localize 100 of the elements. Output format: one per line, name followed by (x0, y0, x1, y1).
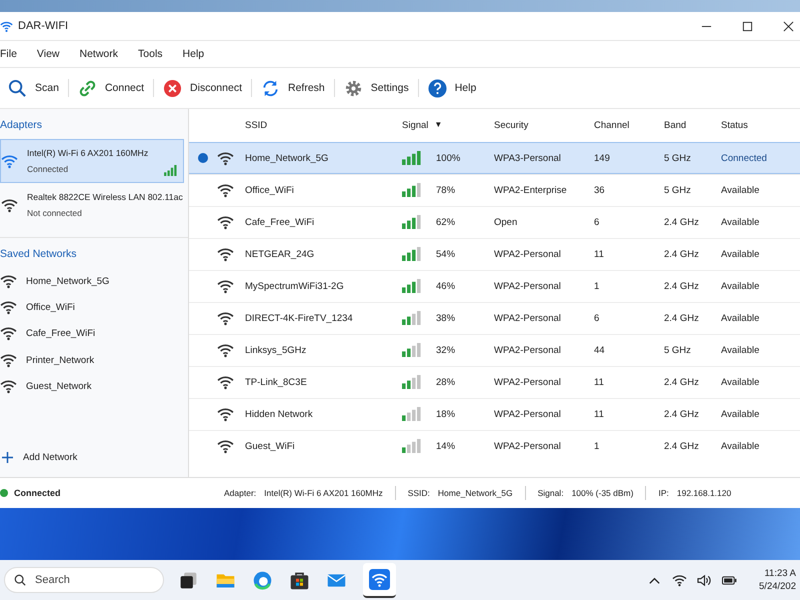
column-header[interactable]: Status (721, 120, 800, 131)
table-cell-text: 5 GHz (664, 344, 692, 356)
saved-network-item[interactable]: Office_WiFi (26, 302, 75, 313)
wifi-icon (1, 154, 18, 168)
table-cell-text: 6 (594, 312, 600, 324)
adapter-name: Realtek 8822CE Wireless LAN 802.11ac (27, 192, 183, 202)
plus-icon[interactable] (2, 452, 13, 463)
wifi-icon (0, 274, 17, 289)
table-cell-text: Available (721, 248, 760, 260)
table-cell-text: WPA2-Personal (494, 248, 562, 260)
search-icon[interactable] (8, 78, 27, 98)
saved-network-item[interactable]: Printer_Network (26, 354, 94, 366)
search-icon[interactable] (14, 574, 26, 586)
toolbar-button[interactable]: Disconnect (159, 76, 246, 100)
network-row[interactable]: Office_WiFi 78% WPA2-Enterprise 36 5 GHz Available (189, 174, 800, 206)
table-cell-text: 6 (594, 216, 600, 228)
status-value: 100% (-35 dBm) (572, 488, 634, 498)
column-header[interactable]: Band (664, 120, 721, 131)
table-cell-text: 2.4 GHz (664, 440, 700, 452)
table-cell-text: 46% (436, 280, 456, 292)
toolbar-button[interactable]: Help (424, 76, 480, 100)
network-row[interactable]: MySpectrumWiFi31-2G 46% WPA2-Personal 1 2.4 GHz Available (189, 270, 800, 302)
column-header[interactable]: Security (494, 120, 594, 131)
clock-date[interactable]: 5/24/202 (759, 581, 796, 592)
close-icon[interactable] (783, 20, 794, 32)
status-value: 192.168.1.120 (676, 488, 732, 498)
help-icon[interactable] (428, 78, 447, 98)
signal-bars-icon (402, 343, 422, 357)
table-cell-text: 1 (594, 440, 600, 452)
sort-arrow[interactable]: ▼ (434, 120, 442, 131)
clock-time[interactable]: 11:23 A (764, 568, 796, 579)
store-icon[interactable] (289, 570, 310, 590)
table-cell-text: Available (721, 408, 760, 420)
table-cell-text: NETGEAR_24G (245, 248, 316, 260)
wifi-icon (0, 20, 13, 32)
table-cell-text: 5 GHz (664, 152, 692, 164)
task-view-icon[interactable] (178, 570, 199, 590)
network-row[interactable]: TP-Link_8C3E 28% WPA2-Personal 11 2.4 GHz Available (189, 366, 800, 398)
saved-network-item[interactable]: Home_Network_5G (26, 276, 110, 287)
adapter-item[interactable]: Intel(R) Wi-Fi 6 AX201 160MHz Connected (0, 139, 184, 183)
status-label: Adapter: (224, 488, 256, 498)
wifi-icon (217, 374, 234, 390)
wifi-icon (217, 214, 234, 230)
add-network-button[interactable]: Add Network (0, 452, 78, 477)
wifi-icon (217, 310, 234, 326)
maximize-icon[interactable] (742, 20, 753, 32)
signal-bars-icon (402, 439, 422, 453)
menu-item[interactable]: View (36, 48, 60, 60)
status-value: Intel(R) Wi-Fi 6 AX201 160MHz (264, 488, 383, 498)
column-header[interactable]: Channel (594, 120, 664, 131)
table-cell-text: Hidden Network (245, 408, 314, 420)
adapter-item[interactable]: Realtek 8822CE Wireless LAN 802.11ac Not connected (0, 183, 184, 227)
saved-network-item[interactable]: Guest_Network (26, 380, 92, 392)
toolbar-button[interactable]: Settings (340, 76, 413, 100)
menu-item[interactable]: Network (80, 48, 118, 60)
wifi-icon (0, 352, 17, 368)
table-cell-text: 2.4 GHz (664, 248, 700, 260)
gear-icon[interactable] (344, 78, 363, 98)
menu-item[interactable]: Tools (138, 48, 163, 60)
table-cell-text: Connected (721, 152, 768, 164)
wifi-icon (217, 150, 234, 166)
selected-dot (198, 153, 208, 163)
browser-icon[interactable] (252, 570, 273, 590)
wifi-icon[interactable] (672, 574, 688, 586)
table-cell-text: 36 (594, 184, 606, 196)
wifi-icon (217, 438, 234, 454)
battery-icon[interactable] (722, 574, 738, 586)
network-row[interactable]: Home_Network_5G 100% WPA3-Personal 149 5 GHz Connected (189, 142, 800, 174)
column-header[interactable]: SSID (245, 120, 402, 131)
table-cell-text: 2.4 GHz (664, 216, 700, 228)
window-title: DAR-WIFI (18, 20, 68, 32)
wifi-icon (0, 378, 17, 394)
saved-network-item[interactable]: Cafe_Free_WiFi (26, 328, 96, 340)
network-row[interactable]: Hidden Network 18% WPA2-Personal 11 2.4 GHz Available (189, 398, 800, 430)
toolbar-button[interactable]: Scan (4, 76, 63, 100)
menu-item[interactable]: Help (182, 48, 204, 60)
table-cell-text: 38% (436, 312, 456, 324)
refresh-icon[interactable] (261, 78, 280, 98)
toolbar-button[interactable]: Refresh (257, 76, 329, 100)
speaker-icon[interactable] (697, 574, 712, 586)
search-field[interactable]: Search (4, 567, 164, 593)
x-circle-icon[interactable] (163, 78, 182, 98)
table-cell-text: 14% (436, 440, 456, 452)
table-cell-text: Available (721, 184, 760, 196)
toolbar-button[interactable]: Connect (74, 76, 148, 100)
network-row[interactable]: NETGEAR_24G 54% WPA2-Personal 11 2.4 GHz Available (189, 238, 800, 270)
menu-item[interactable]: File (0, 48, 17, 60)
network-row[interactable]: DIRECT-4K-FireTV_1234 38% WPA2-Personal 6 2.4 GHz Available (189, 302, 800, 334)
table-cell-text: WPA3-Personal (494, 152, 562, 164)
table-cell-text: 100% (436, 152, 462, 164)
table-cell-text: Office_WiFi (245, 184, 295, 196)
network-row[interactable]: Cafe_Free_WiFi 62% Open 6 2.4 GHz Available (189, 206, 800, 238)
network-row[interactable]: Linksys_5GHz 32% WPA2-Personal 44 5 GHz Available (189, 334, 800, 366)
column-header[interactable]: Signal (402, 120, 428, 131)
table-cell-text: 149 (594, 152, 611, 164)
link-icon[interactable] (78, 78, 97, 98)
network-row[interactable]: Guest_WiFi 14% WPA2-Personal 1 2.4 GHz Available (189, 430, 800, 462)
table-cell-text: 2.4 GHz (664, 280, 700, 292)
wifi-app-icon[interactable] (363, 562, 396, 598)
table-cell-text: Guest_WiFi (245, 440, 296, 452)
